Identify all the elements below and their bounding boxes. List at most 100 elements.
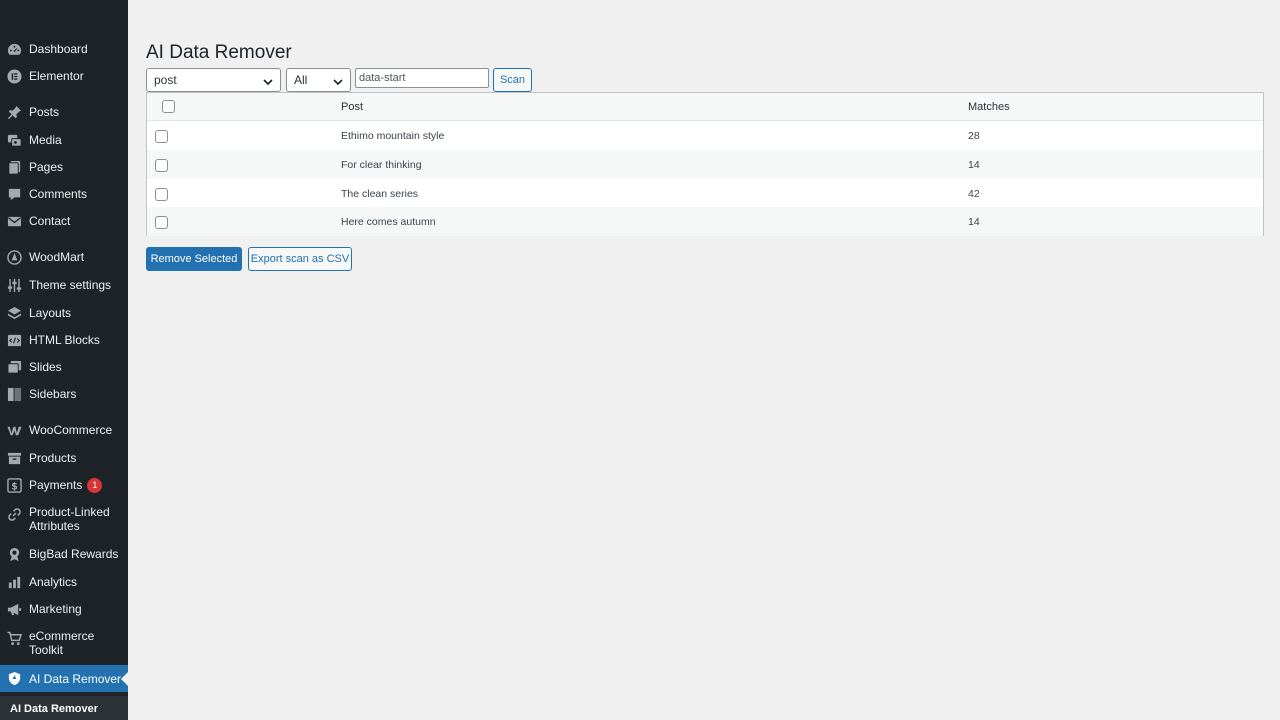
sidebar-item-label: Pages bbox=[29, 160, 64, 174]
sidebar-item-label: HTML Blocks bbox=[29, 333, 100, 347]
sidebar-item-label: Payments 1 bbox=[29, 477, 125, 493]
sidebar-item-label: Analytics bbox=[29, 575, 78, 589]
row-matches: 28 bbox=[968, 130, 980, 142]
payments-label: Payments bbox=[29, 477, 83, 492]
pages-icon bbox=[6, 159, 22, 175]
sidebar-item-elementor[interactable]: Elementor bbox=[0, 67, 128, 85]
sidebar-item-contact[interactable]: Contact bbox=[0, 212, 128, 230]
sidebar-item-label: BigBad Rewards bbox=[29, 547, 119, 561]
row-checkbox[interactable] bbox=[155, 216, 168, 229]
admin-sidebar: Dashboard Elementor Posts Media Pages Co… bbox=[0, 0, 128, 720]
sidebar-item-layouts[interactable]: Layouts bbox=[0, 304, 128, 322]
sidebar-item-label: Elementor bbox=[29, 69, 84, 83]
media-icon bbox=[6, 132, 22, 148]
table-row: Ethimo mountain style 28 bbox=[147, 121, 1263, 150]
chevron-down-icon bbox=[262, 73, 274, 86]
cart-icon bbox=[6, 630, 22, 646]
comments-icon bbox=[6, 186, 22, 202]
scan-results-table: Post Matches Ethimo mountain style 28 Fo… bbox=[146, 92, 1264, 236]
status-select[interactable]: All bbox=[286, 68, 351, 92]
page-title: AI Data Remover bbox=[146, 42, 292, 63]
sidebar-item-ecommerce-toolkit[interactable]: eCommerce Toolkit bbox=[0, 628, 128, 658]
export-csv-button[interactable]: Export scan as CSV bbox=[248, 247, 352, 271]
sidebars-icon bbox=[6, 386, 22, 402]
pin-icon bbox=[6, 104, 22, 120]
row-checkbox[interactable] bbox=[155, 130, 168, 143]
sidebar-item-label: Products bbox=[29, 451, 77, 465]
sidebar-item-label: Theme settings bbox=[29, 278, 112, 292]
sidebar-item-woocommerce[interactable]: WooCommerce bbox=[0, 421, 128, 439]
search-input[interactable] bbox=[355, 68, 489, 88]
slides-icon bbox=[6, 359, 22, 375]
table-row: Here comes autumn 14 bbox=[147, 207, 1263, 236]
shield-icon bbox=[6, 671, 22, 687]
sidebar-item-label: Posts bbox=[29, 105, 60, 119]
submenu-item-ai-data-remover[interactable]: AI Data Remover bbox=[0, 696, 128, 720]
sidebar-item-label: Marketing bbox=[29, 602, 82, 616]
sidebar-item-payments[interactable]: $ Payments 1 bbox=[0, 476, 128, 494]
award-icon bbox=[6, 546, 22, 562]
sidebar-item-product-linked-attributes[interactable]: Product-Linked Attributes bbox=[0, 504, 128, 534]
sidebar-item-label: Dashboard bbox=[29, 42, 88, 56]
sidebar-item-ai-data-remover[interactable]: AI Data Remover bbox=[0, 665, 128, 692]
sidebar-item-label: eCommerce Toolkit bbox=[29, 629, 95, 657]
post-type-select[interactable]: post bbox=[146, 68, 281, 92]
sidebar-item-sidebars[interactable]: Sidebars bbox=[0, 385, 128, 403]
row-matches: 14 bbox=[968, 159, 980, 171]
sidebar-item-slides[interactable]: Slides bbox=[0, 358, 128, 376]
remove-selected-button[interactable]: Remove Selected bbox=[146, 247, 242, 271]
sidebar-item-label: Product-Linked Attributes bbox=[29, 505, 110, 533]
sidebar-item-label: Comments bbox=[29, 187, 88, 201]
sidebar-item-products[interactable]: Products bbox=[0, 449, 128, 467]
table-row: The clean series 42 bbox=[147, 179, 1263, 208]
row-post-title[interactable]: For clear thinking bbox=[341, 159, 422, 171]
sidebar-item-bigbad-rewards[interactable]: BigBad Rewards bbox=[0, 545, 128, 563]
sidebar-item-theme-settings[interactable]: Theme settings bbox=[0, 276, 128, 294]
sidebar-item-label: WoodMart bbox=[29, 250, 85, 264]
sidebar-item-analytics[interactable]: Analytics bbox=[0, 573, 128, 591]
chevron-down-icon bbox=[332, 73, 344, 86]
layers-icon bbox=[6, 305, 22, 321]
scan-button[interactable]: Scan bbox=[493, 68, 532, 92]
row-post-title[interactable]: Ethimo mountain style bbox=[341, 130, 444, 142]
select-all-checkbox[interactable] bbox=[162, 100, 175, 113]
sidebar-item-label: AI Data Remover bbox=[29, 671, 122, 686]
archive-icon bbox=[6, 450, 22, 466]
payments-count-badge: 1 bbox=[87, 477, 103, 493]
sidebar-item-pages[interactable]: Pages bbox=[0, 158, 128, 176]
sidebar-item-comments[interactable]: Comments bbox=[0, 185, 128, 203]
sidebar-item-label: Contact bbox=[29, 214, 71, 228]
sidebar-item-label: WooCommerce bbox=[29, 423, 113, 437]
sidebar-item-woodmart[interactable]: WoodMart bbox=[0, 248, 128, 266]
sidebar-item-dashboard[interactable]: Dashboard bbox=[0, 40, 128, 58]
status-select-value: All bbox=[294, 73, 308, 87]
woodmart-icon bbox=[6, 249, 22, 265]
dollar-icon: $ bbox=[6, 477, 22, 493]
woocommerce-icon bbox=[6, 422, 22, 438]
row-checkbox[interactable] bbox=[155, 159, 168, 172]
link-icon bbox=[6, 506, 22, 522]
row-post-title[interactable]: The clean series bbox=[341, 188, 418, 200]
row-post-title[interactable]: Here comes autumn bbox=[341, 216, 436, 228]
column-header-post[interactable]: Post bbox=[341, 101, 363, 113]
svg-text:$: $ bbox=[11, 481, 18, 492]
dashboard-icon bbox=[6, 41, 22, 57]
sidebar-item-html-blocks[interactable]: HTML Blocks bbox=[0, 331, 128, 349]
row-matches: 42 bbox=[968, 188, 980, 200]
html-blocks-icon bbox=[6, 332, 22, 348]
row-matches: 14 bbox=[968, 216, 980, 228]
sidebar-item-media[interactable]: Media bbox=[0, 131, 128, 149]
table-header: Post Matches bbox=[147, 93, 1263, 121]
sidebar-item-label: Layouts bbox=[29, 306, 72, 320]
bar-chart-icon bbox=[6, 574, 22, 590]
sidebar-item-posts[interactable]: Posts bbox=[0, 103, 128, 121]
megaphone-icon bbox=[6, 601, 22, 617]
sliders-icon bbox=[6, 277, 22, 293]
sidebar-item-label: Slides bbox=[29, 360, 62, 374]
sidebar-item-marketing[interactable]: Marketing bbox=[0, 600, 128, 618]
column-header-matches[interactable]: Matches bbox=[968, 101, 1010, 113]
elementor-icon bbox=[6, 68, 22, 84]
row-checkbox[interactable] bbox=[155, 188, 168, 201]
post-type-select-value: post bbox=[154, 73, 177, 87]
table-row: For clear thinking 14 bbox=[147, 150, 1263, 179]
